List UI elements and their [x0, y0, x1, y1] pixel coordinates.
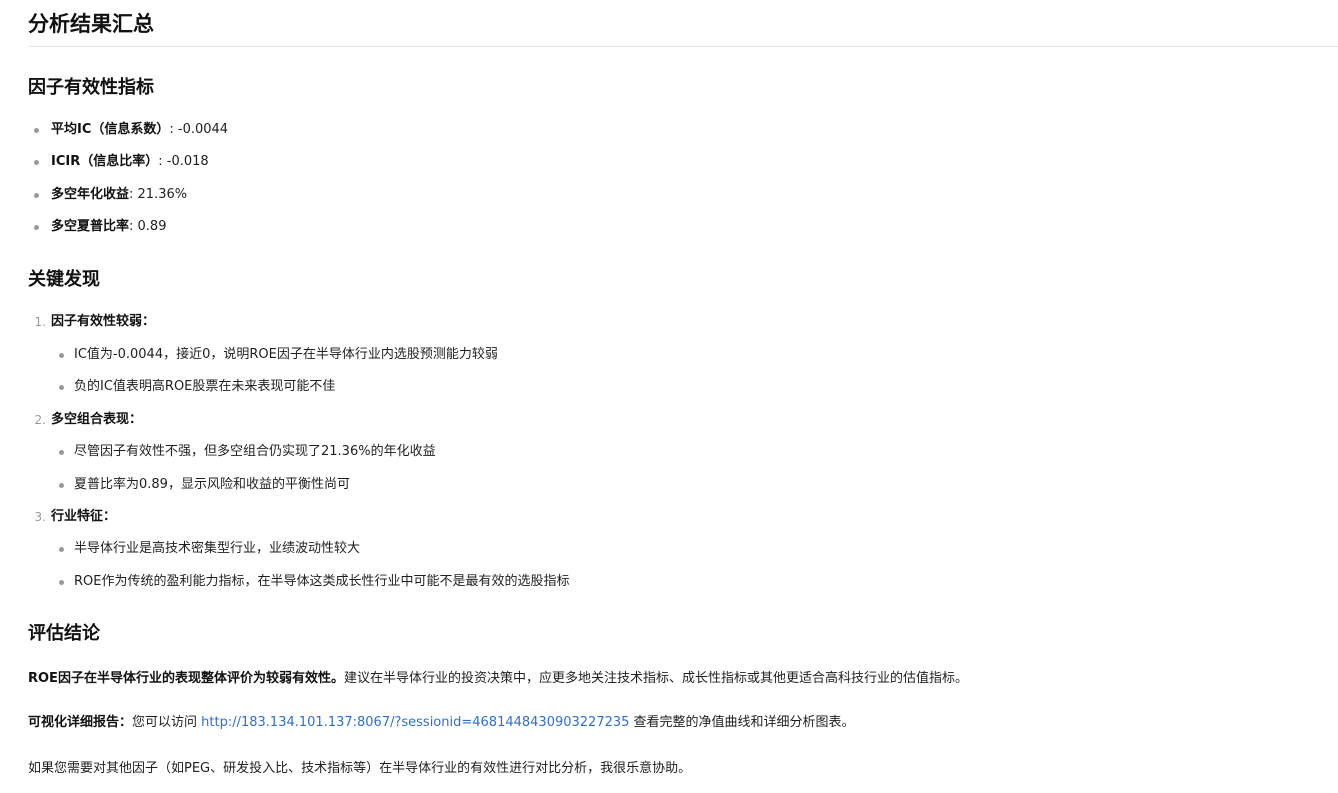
- bullet-icon: [59, 483, 64, 488]
- conclusion-advice: 建议在半导体行业的投资决策中，应更多地关注技术指标、成长性指标或其他更适合高科技…: [343, 671, 968, 686]
- report-intro-text: 您可以访问: [132, 715, 202, 730]
- metric-label: 平均IC（信息系数）: [51, 122, 170, 137]
- conclusion-verdict: ROE因子在半导体行业的表现整体评价为较弱有效性。: [28, 671, 344, 686]
- bullet-icon: [59, 547, 64, 552]
- bullet-icon: [59, 353, 64, 358]
- findings-heading: 关键发现: [28, 269, 100, 290]
- finding-title-text: 因子有效性较弱：: [51, 314, 156, 329]
- title-divider: [28, 46, 1338, 47]
- finding-point: ROE作为传统的盈利能力指标，在半导体这类成长性行业中可能不是最有效的选股指标: [74, 574, 570, 589]
- list-number: 2.: [34, 413, 46, 427]
- metric-value: : 21.36%: [129, 187, 188, 202]
- finding-point: 半导体行业是高技术密集型行业，业绩波动性较大: [74, 541, 361, 556]
- finding-point: IC值为-0.0044，接近0，说明ROE因子在半导体行业内选股预测能力较弱: [74, 347, 498, 362]
- metric-item-icir: ICIR（信息比率）: -0.018: [51, 153, 209, 171]
- bullet-icon: [59, 385, 64, 390]
- finding-title: 多空组合表现：: [51, 411, 142, 429]
- metric-item-ls-sharpe: 多空夏普比率: 0.89: [51, 218, 166, 236]
- metric-label: 多空年化收益: [51, 187, 130, 202]
- list-number: 3.: [34, 510, 46, 524]
- bullet-icon: [34, 128, 39, 133]
- report-document: 分析结果汇总 因子有效性指标 平均IC（信息系数）: -0.0044 ICIR（…: [0, 0, 1338, 793]
- bullet-icon: [34, 160, 39, 165]
- report-outro-text: 查看完整的净值曲线和详细分析图表。: [629, 715, 855, 730]
- finding-title-text: 行业特征：: [51, 509, 117, 524]
- metric-value: : 0.89: [129, 219, 167, 234]
- metrics-heading: 因子有效性指标: [28, 77, 154, 98]
- bullet-icon: [34, 193, 39, 198]
- report-link-paragraph: 可视化详细报告：您可以访问 http://183.134.101.137:806…: [28, 714, 855, 732]
- metric-item-ls-return: 多空年化收益: 21.36%: [51, 186, 187, 204]
- report-link[interactable]: http://183.134.101.137:8067/?sessionid=4…: [201, 715, 629, 730]
- closing-paragraph: 如果您需要对其他因子（如PEG、研发投入比、技术指标等）在半导体行业的有效性进行…: [28, 761, 692, 776]
- bullet-icon: [59, 450, 64, 455]
- conclusion-heading: 评估结论: [28, 623, 100, 644]
- finding-title-text: 多空组合表现：: [51, 412, 143, 427]
- finding-title: 行业特征：: [51, 508, 116, 526]
- finding-point: 负的IC值表明高ROE股票在未来表现可能不佳: [74, 379, 336, 394]
- metric-item-avg-ic: 平均IC（信息系数）: -0.0044: [51, 121, 228, 139]
- report-label: 可视化详细报告：: [28, 715, 133, 730]
- finding-point: 尽管因子有效性不强，但多空组合仍实现了21.36%的年化收益: [74, 444, 436, 459]
- metric-label: 多空夏普比率: [51, 219, 130, 234]
- bullet-icon: [59, 580, 64, 585]
- conclusion-paragraph: ROE因子在半导体行业的表现整体评价为较弱有效性。建议在半导体行业的投资决策中，…: [28, 670, 968, 688]
- bullet-icon: [34, 225, 39, 230]
- list-number: 1.: [34, 315, 46, 329]
- page-title: 分析结果汇总: [28, 12, 154, 36]
- finding-point: 夏普比率为0.89，显示风险和收益的平衡性尚可: [74, 477, 350, 492]
- metric-value: : -0.018: [158, 154, 209, 169]
- metric-label: ICIR（信息比率）: [51, 154, 159, 169]
- finding-title: 因子有效性较弱：: [51, 313, 155, 331]
- metric-value: : -0.0044: [169, 122, 229, 137]
